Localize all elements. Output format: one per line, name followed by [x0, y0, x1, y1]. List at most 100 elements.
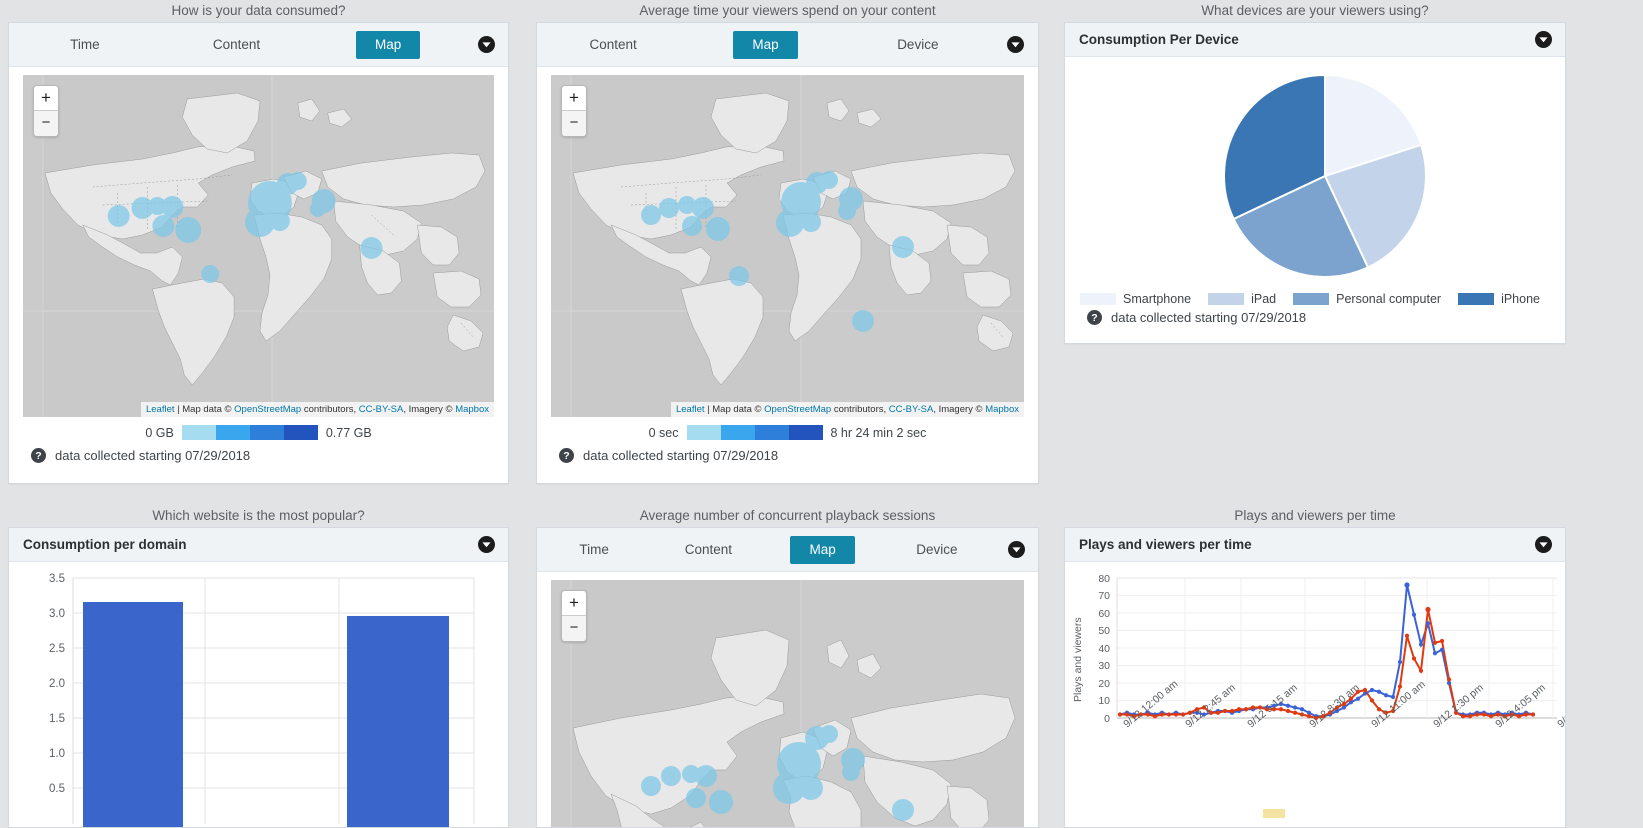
- leaflet-map-concurrent[interactable]: + −: [551, 580, 1024, 827]
- panel-website: Consumption per domain 3.5 3.0 2.5 2.0 1…: [8, 527, 509, 828]
- collected-text: data collected starting 07/29/2018: [583, 448, 779, 463]
- series-plays-points: [1117, 606, 1536, 721]
- tab-wrap-map-concurrent: Map: [766, 535, 880, 564]
- zoom-in-button[interactable]: +: [562, 86, 586, 111]
- attr-imagery: , Imagery ©: [933, 404, 986, 415]
- svg-text:30: 30: [1098, 660, 1110, 672]
- panel-average-time: Content Map Device + − Leaflet | Map dat…: [536, 22, 1039, 484]
- tab-device-avgtime[interactable]: Device: [842, 32, 994, 58]
- attr-mapdata: Map data ©: [182, 404, 235, 415]
- xtick-5: 9/12 1:30 pm: [1431, 682, 1486, 731]
- map-legend-data-consumed: 0 GB 0.77 GB: [23, 417, 494, 442]
- mapbox-link[interactable]: Mapbox: [455, 404, 489, 415]
- cell-plays: Plays and viewers per time Plays and vie…: [1064, 505, 1566, 828]
- tab-map-avgtime[interactable]: Map: [733, 30, 798, 59]
- svg-text:40: 40: [1098, 643, 1110, 655]
- zoom-out-button[interactable]: −: [562, 616, 586, 641]
- analytics-dashboard: How is your data consumed? Time Content …: [0, 0, 1643, 828]
- tab-time[interactable]: Time: [9, 32, 161, 58]
- license-link[interactable]: CC-BY-SA: [359, 404, 404, 415]
- chevron-down-circle-icon[interactable]: [994, 36, 1038, 53]
- legend-label-ipad: iPad: [1251, 292, 1277, 306]
- cell-devices: What devices are your viewers using? Con…: [1064, 0, 1566, 344]
- svg-text:0.5: 0.5: [49, 783, 65, 795]
- bar-2: [347, 616, 449, 827]
- leaflet-link[interactable]: Leaflet: [146, 404, 175, 415]
- svg-text:2.0: 2.0: [49, 678, 65, 690]
- world-map-tiles: [23, 75, 494, 417]
- svg-text:2.5: 2.5: [49, 643, 65, 655]
- tabstrip-average-time: Content Map Device: [537, 23, 1038, 67]
- panel-title-devices: Consumption Per Device: [1079, 32, 1239, 47]
- chevron-down-circle-icon[interactable]: [1521, 31, 1565, 48]
- chevron-down-circle-icon[interactable]: [464, 36, 508, 53]
- leaflet-map-average-time[interactable]: + − Leaflet | Map data © OpenStreetMap c…: [551, 75, 1024, 417]
- leaflet-link[interactable]: Leaflet: [676, 404, 705, 415]
- tab-map[interactable]: Map: [356, 30, 421, 59]
- svg-text:1.0: 1.0: [49, 748, 65, 760]
- map-attribution-data-consumed: Leaflet | Map data © OpenStreetMap contr…: [140, 402, 494, 417]
- chevron-down-circle-icon[interactable]: [464, 536, 508, 553]
- zoom-in-button[interactable]: +: [34, 86, 58, 111]
- xtick-0: 9/12 12:00 am: [1121, 678, 1180, 731]
- chevron-down-circle-icon[interactable]: [1521, 536, 1565, 553]
- openstreetmap-link[interactable]: OpenStreetMap: [234, 404, 301, 415]
- legend-swatch-smartphone: [1080, 293, 1116, 305]
- zoom-out-button[interactable]: −: [562, 111, 586, 136]
- attr-contributors: contributors,: [301, 404, 359, 415]
- tab-wrap-map-avgtime: Map: [689, 30, 841, 59]
- xtick-1: 9/12 2:45 am: [1183, 682, 1238, 731]
- map-zoom-controls-data-consumed: + −: [33, 85, 59, 137]
- tab-content-concurrent[interactable]: Content: [651, 537, 765, 563]
- svg-text:70: 70: [1098, 590, 1110, 602]
- xtick-6: 9/12 4:05 pm: [1493, 682, 1548, 731]
- tab-time-concurrent[interactable]: Time: [537, 537, 651, 563]
- bar-chart-ytick-labels: 3.5 3.0 2.5 2.0 1.5 1.0 0.5: [49, 573, 65, 795]
- bar-chart-body: 3.5 3.0 2.5 2.0 1.5 1.0 0.5: [9, 562, 508, 827]
- svg-text:20: 20: [1098, 678, 1110, 690]
- tab-device-concurrent[interactable]: Device: [880, 537, 994, 563]
- legend-label-personal-computer: Personal computer: [1336, 292, 1442, 306]
- legend-gradient-bar: [181, 425, 318, 440]
- attr-contributors: contributors,: [831, 404, 889, 415]
- consumption-per-domain-chart[interactable]: 3.5 3.0 2.5 2.0 1.5 1.0 0.5: [9, 562, 508, 827]
- zoom-out-button[interactable]: −: [34, 111, 58, 136]
- question-mark-icon[interactable]: ?: [559, 448, 574, 463]
- svg-text:3.5: 3.5: [49, 573, 65, 585]
- legend-swatch-partial: [1263, 809, 1285, 818]
- consumption-per-device-pie[interactable]: [1075, 63, 1555, 285]
- panel-plays: Plays and viewers per time 80 70 60 50 4…: [1064, 527, 1566, 828]
- chevron-down-circle-icon[interactable]: [994, 541, 1038, 558]
- question-mark-icon[interactable]: ?: [31, 448, 46, 463]
- panel-concurrent: Time Content Map Device + −: [536, 527, 1039, 828]
- tabstrip-data-consumed: Time Content Map: [9, 23, 508, 67]
- leaflet-map-data-consumed[interactable]: + − Leaflet | Map data © OpenStreetMap c…: [23, 75, 494, 417]
- panel-title-plays: Plays and viewers per time: [1079, 537, 1252, 552]
- collected-text: data collected starting 07/29/2018: [55, 448, 251, 463]
- svg-text:0: 0: [1104, 713, 1110, 725]
- svg-text:10: 10: [1098, 695, 1110, 707]
- license-link[interactable]: CC-BY-SA: [889, 404, 934, 415]
- mapbox-link[interactable]: Mapbox: [985, 404, 1019, 415]
- tab-map-concurrent[interactable]: Map: [790, 535, 855, 564]
- plays-and-viewers-chart[interactable]: 80 70 60 50 40 30 20 10 0 Plays and view…: [1065, 562, 1565, 827]
- tabstrip-concurrent: Time Content Map Device: [537, 528, 1038, 572]
- tab-content[interactable]: Content: [161, 32, 313, 58]
- cell-title-devices: What devices are your viewers using?: [1201, 3, 1429, 18]
- cell-title-concurrent: Average number of concurrent playback se…: [639, 508, 936, 523]
- openstreetmap-link[interactable]: OpenStreetMap: [764, 404, 831, 415]
- cell-title-website: Which website is the most popular?: [152, 508, 365, 523]
- svg-text:60: 60: [1098, 608, 1110, 620]
- line-chart-xtick-labels: 9/12 12:00 am 9/12 2:45 am 9/12 5:15 am …: [1121, 678, 1565, 731]
- legend-label-iphone: iPhone: [1501, 292, 1540, 306]
- question-mark-icon[interactable]: ?: [1087, 310, 1102, 325]
- tab-content-avgtime[interactable]: Content: [537, 32, 689, 58]
- svg-text:1.5: 1.5: [49, 713, 65, 725]
- line-chart-body: 80 70 60 50 40 30 20 10 0 Plays and view…: [1065, 562, 1565, 827]
- map-legend-average-time: 0 sec 8 hr 24 min 2 sec: [551, 417, 1024, 442]
- cell-title-plays: Plays and viewers per time: [1234, 508, 1396, 523]
- legend-max-label: 8 hr 24 min 2 sec: [830, 425, 927, 440]
- attr-mapdata: Map data ©: [712, 404, 765, 415]
- panel-head-devices: Consumption Per Device: [1065, 23, 1565, 57]
- zoom-in-button[interactable]: +: [562, 591, 586, 616]
